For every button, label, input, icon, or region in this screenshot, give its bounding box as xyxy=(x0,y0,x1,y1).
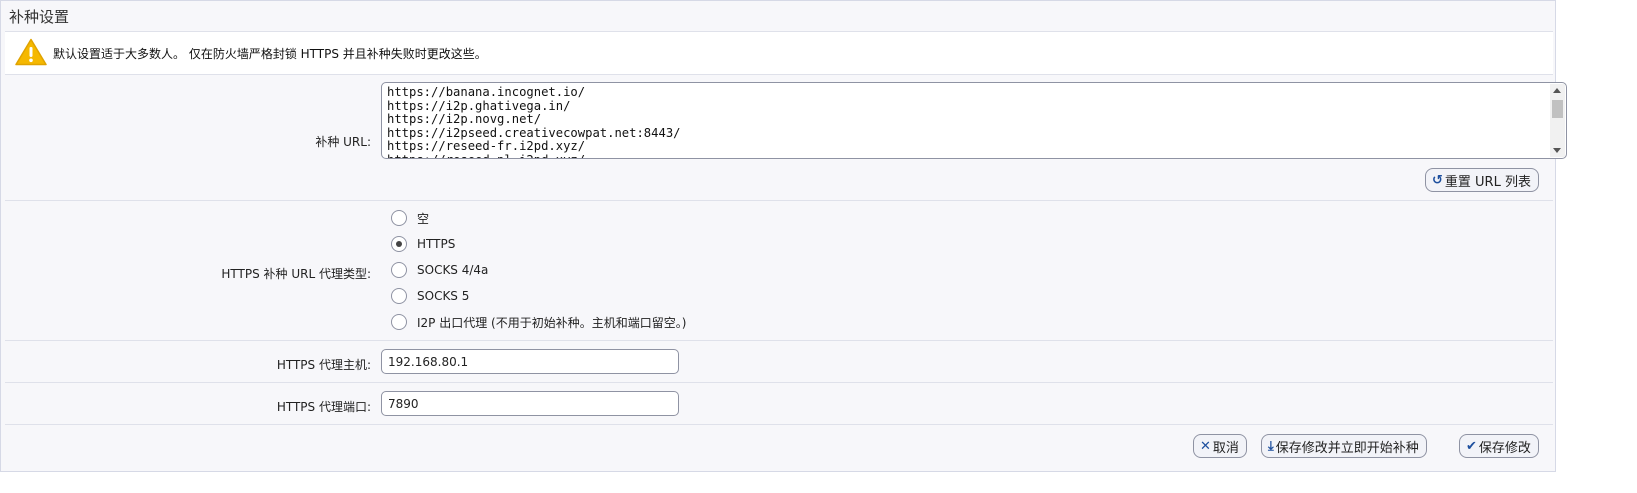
radio-none[interactable] xyxy=(391,210,407,226)
proxy-option-socks5[interactable]: SOCKS 5 xyxy=(391,285,469,307)
proxy-option-none[interactable]: 空 xyxy=(391,207,429,229)
reseed-url-text[interactable]: https://banana.incognet.io/ https://i2p.… xyxy=(387,85,681,158)
proxy-type-label: HTTPS 补种 URL 代理类型: xyxy=(221,267,371,281)
save-and-reseed-button[interactable]: ⤓ 保存修改并立即开始补种 xyxy=(1261,434,1427,458)
reseed-url-row: 补种 URL: https://banana.incognet.io/ http… xyxy=(5,75,1567,201)
proxy-host-input[interactable]: 192.168.80.1 xyxy=(381,349,679,374)
proxy-option-socks4[interactable]: SOCKS 4/4a xyxy=(391,259,488,281)
scroll-down-icon[interactable] xyxy=(1553,148,1561,153)
proxy-host-row: HTTPS 代理主机: 192.168.80.1 xyxy=(5,341,1553,383)
panel-title: 补种设置 xyxy=(9,8,70,26)
radio-https-label: HTTPS xyxy=(417,237,456,251)
check-icon: ✔ xyxy=(1466,438,1477,454)
radio-socks4[interactable] xyxy=(391,262,407,278)
textarea-scrollbar[interactable] xyxy=(1550,84,1565,157)
radio-i2p-outproxy-label: I2P 出口代理 (不用于初始补种。主机和端口留空。) xyxy=(417,315,687,330)
undo-icon: ↺ xyxy=(1432,172,1443,188)
radio-socks5[interactable] xyxy=(391,288,407,304)
x-icon: ✕ xyxy=(1200,438,1211,454)
save-button[interactable]: ✔ 保存修改 xyxy=(1459,434,1539,458)
scroll-up-icon[interactable] xyxy=(1553,88,1561,93)
cancel-label: 取消 xyxy=(1212,440,1239,456)
proxy-option-https[interactable]: HTTPS xyxy=(391,233,455,255)
save-label: 保存修改 xyxy=(1478,440,1531,456)
reseed-url-label: 补种 URL: xyxy=(315,135,371,149)
proxy-port-row: HTTPS 代理端口: 7890 xyxy=(5,383,1553,425)
proxy-option-i2p-outproxy[interactable]: I2P 出口代理 (不用于初始补种。主机和端口留空。) xyxy=(391,311,686,333)
reset-url-list-label: 重置 URL 列表 xyxy=(1444,174,1531,190)
warning-triangle-icon xyxy=(15,38,47,66)
cancel-button[interactable]: ✕ 取消 xyxy=(1193,434,1247,458)
notice-text: 默认设置适于大多数人。 仅在防火墙严格封锁 HTTPS 并且补种失败时更改这些。 xyxy=(53,47,487,61)
radio-socks5-label: SOCKS 5 xyxy=(417,289,470,303)
reseed-url-textarea[interactable]: https://banana.incognet.io/ https://i2p.… xyxy=(381,82,1567,159)
proxy-port-input[interactable]: 7890 xyxy=(381,391,679,416)
warning-notice: 默认设置适于大多数人。 仅在防火墙严格封锁 HTTPS 并且补种失败时更改这些。 xyxy=(5,31,1553,75)
radio-none-label: 空 xyxy=(417,211,430,226)
download-icon: ⤓ xyxy=(1268,438,1274,454)
proxy-host-label: HTTPS 代理主机: xyxy=(276,358,371,372)
proxy-port-label: HTTPS 代理端口: xyxy=(276,400,371,414)
reset-url-list-button[interactable]: ↺ 重置 URL 列表 xyxy=(1425,168,1539,192)
radio-i2p-outproxy[interactable] xyxy=(391,314,407,330)
scroll-thumb[interactable] xyxy=(1552,100,1563,118)
proxy-type-row: HTTPS 补种 URL 代理类型: 空 HTTPS SOCKS 4/4a SO… xyxy=(5,201,1553,341)
radio-https[interactable] xyxy=(391,236,407,252)
radio-socks4-label: SOCKS 4/4a xyxy=(417,263,489,277)
save-and-reseed-label: 保存修改并立即开始补种 xyxy=(1275,440,1419,456)
reseed-settings-panel: 补种设置 默认设置适于大多数人。 仅在防火墙严格封锁 HTTPS 并且补种失败时… xyxy=(0,0,1567,472)
